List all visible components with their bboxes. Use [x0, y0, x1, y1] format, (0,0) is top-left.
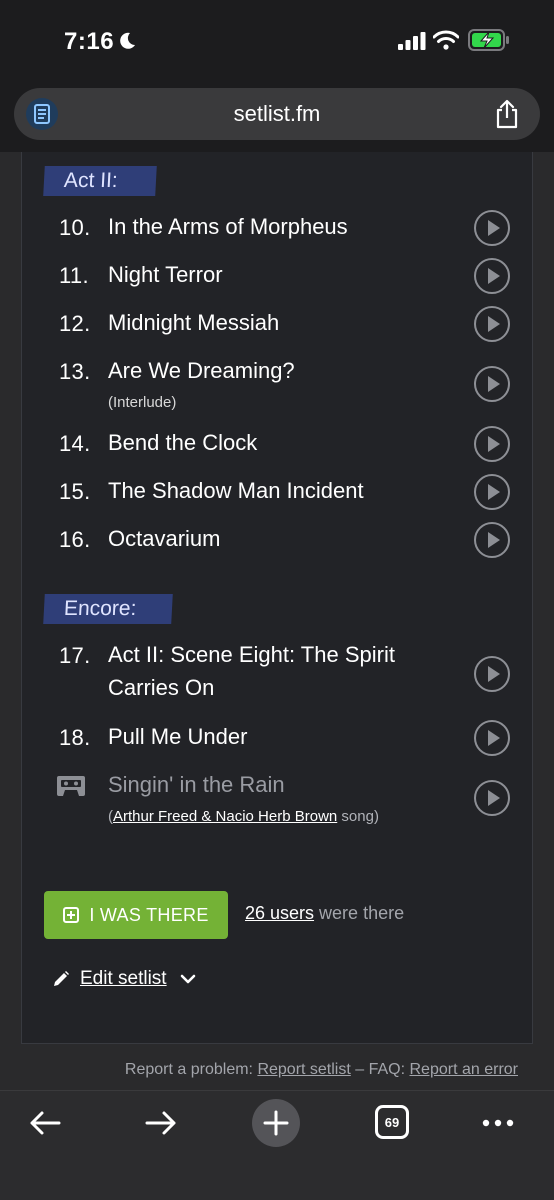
play-icon[interactable] [474, 474, 510, 510]
chevron-down-icon[interactable] [179, 973, 197, 985]
attendees-text: 26 users were there [245, 903, 404, 924]
back-button[interactable] [25, 1103, 65, 1143]
share-icon[interactable] [494, 99, 520, 129]
more-button[interactable] [478, 1103, 518, 1143]
address-bar[interactable]: setlist.fm [14, 88, 540, 140]
song-title[interactable]: Are We Dreaming? [108, 354, 438, 387]
moon-icon [120, 32, 135, 49]
play-icon[interactable] [474, 306, 510, 342]
play-icon[interactable] [474, 210, 510, 246]
song-title[interactable]: Midnight Messiah [108, 306, 438, 339]
play-icon[interactable] [474, 720, 510, 756]
browser-toolbar: 69 [0, 1090, 554, 1200]
song-number: 13. [59, 359, 91, 384]
forward-button[interactable] [141, 1103, 181, 1143]
play-icon[interactable] [474, 522, 510, 558]
play-icon[interactable] [474, 258, 510, 294]
faq-prefix: – FAQ: [350, 1061, 410, 1078]
pencil-icon [54, 971, 69, 986]
song-note: (Interlude) [108, 394, 177, 411]
i-was-there-button[interactable]: I WAS THERE [44, 891, 228, 939]
i-was-there-label: I WAS THERE [89, 904, 209, 925]
report-line: Report a problem: Report setlist – FAQ: … [125, 1061, 518, 1079]
song-number: 17. [59, 643, 91, 668]
play-icon[interactable] [474, 426, 510, 462]
setlist-card: Act II: 10. In the Arms of Morpheus 11. … [21, 152, 533, 1044]
users-link[interactable]: 26 users [245, 903, 314, 923]
song-title[interactable]: Singin' in the Rain [108, 768, 438, 801]
new-tab-button[interactable] [252, 1099, 300, 1147]
play-icon[interactable] [474, 366, 510, 402]
status-bar: 7:16 [0, 0, 554, 86]
page-content: Act II: 10. In the Arms of Morpheus 11. … [0, 152, 554, 1090]
report-prefix: Report a problem: [124, 1061, 258, 1078]
status-time: 7:16 [64, 28, 115, 55]
song-number: 14. [59, 431, 91, 456]
battery-charging-icon [468, 29, 509, 51]
play-icon[interactable] [474, 780, 510, 816]
song-title[interactable]: Bend the Clock [108, 426, 438, 459]
song-title[interactable]: The Shadow Man Incident [108, 474, 438, 507]
section-label-act2: Act II: [43, 166, 157, 196]
song-title[interactable]: In the Arms of Morpheus [108, 210, 438, 243]
section-label-encore: Encore: [43, 594, 173, 624]
song-title[interactable]: Pull Me Under [108, 720, 438, 753]
cassette-tape-icon [57, 776, 85, 796]
url-text[interactable]: setlist.fm [14, 101, 540, 127]
plus-icon [263, 1110, 289, 1136]
ellipsis-icon [482, 1119, 514, 1127]
original-artist-link[interactable]: Arthur Freed & Nacio Herb Brown [113, 808, 337, 825]
arrow-right-icon [145, 1111, 176, 1135]
edit-setlist-row[interactable]: Edit setlist [52, 968, 197, 990]
arrow-left-icon [30, 1111, 61, 1135]
song-title[interactable]: Night Terror [108, 258, 438, 291]
tabs-button[interactable]: 69 [375, 1105, 409, 1139]
song-number: 15. [59, 479, 91, 504]
plus-square-icon [63, 907, 80, 923]
song-number: 16. [59, 527, 91, 552]
report-setlist-link[interactable]: Report setlist [257, 1061, 350, 1078]
edit-setlist-link[interactable]: Edit setlist [80, 968, 167, 990]
song-number: 18. [59, 725, 91, 750]
report-error-link[interactable]: Report an error [410, 1061, 519, 1078]
cover-note: (Arthur Freed & Nacio Herb Brown song) [108, 808, 448, 825]
users-suffix: were there [314, 903, 405, 923]
song-number: 10. [59, 215, 91, 240]
wifi-icon [433, 30, 459, 50]
song-number: 11. [59, 263, 89, 288]
play-icon[interactable] [474, 656, 510, 692]
tab-count: 69 [384, 1114, 400, 1130]
song-title[interactable]: Octavarium [108, 522, 438, 555]
cellular-signal-icon [398, 32, 426, 50]
song-title[interactable]: Act II: Scene Eight: The Spirit Carries … [108, 638, 438, 704]
song-number: 12. [59, 311, 91, 336]
cover-note-suffix: song) [337, 808, 379, 825]
